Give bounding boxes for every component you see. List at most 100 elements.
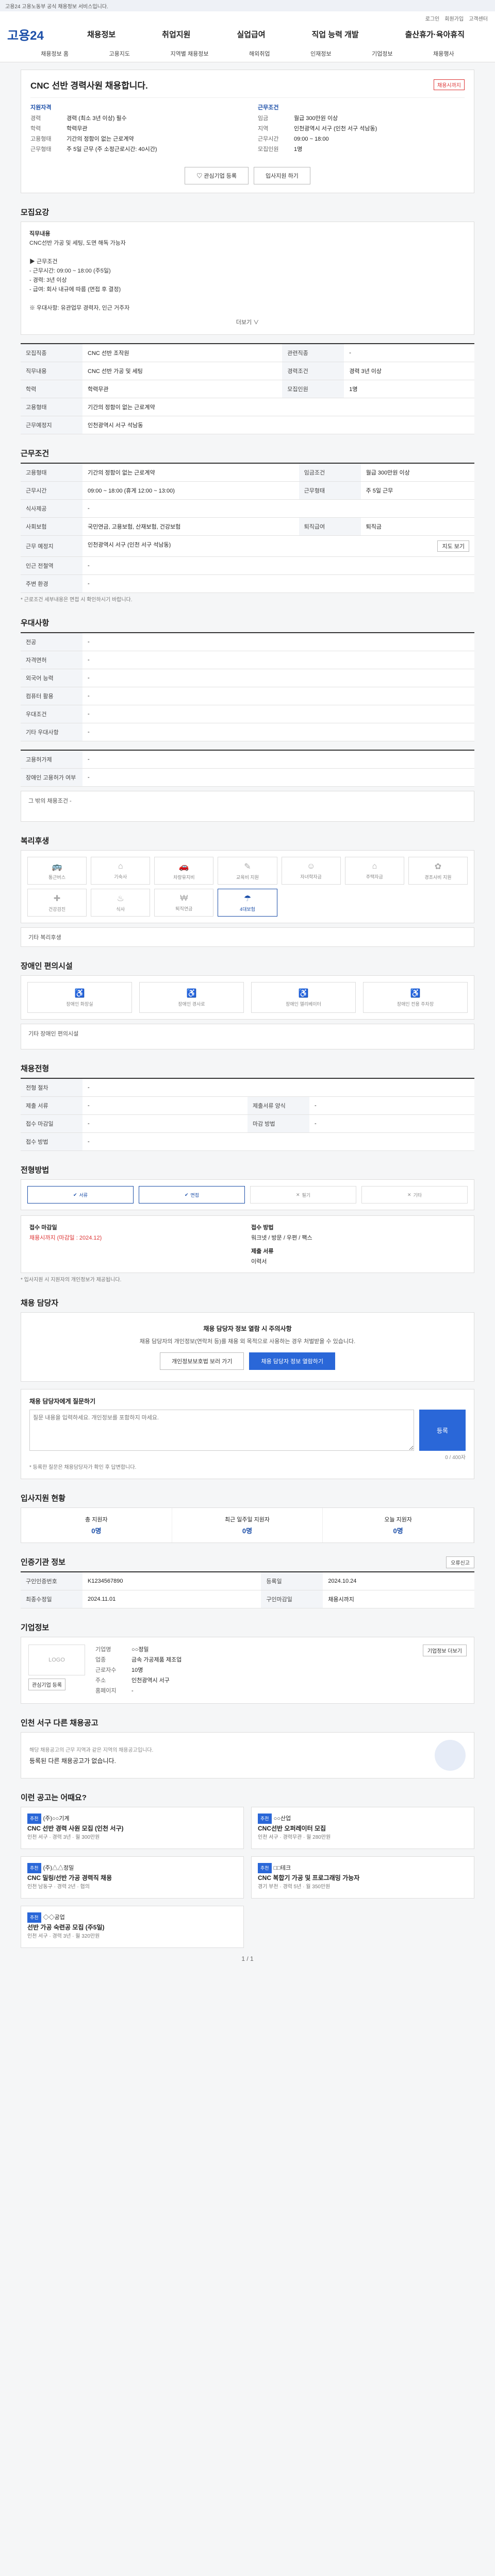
welfare-item: ₩ 퇴직연금 [154,889,214,917]
cross-icon: ✕ [407,1192,411,1197]
similar-tag: 추천 [27,1863,41,1873]
th: 접수 마감일 [21,1114,82,1133]
map-button[interactable]: 지도 보기 [437,540,469,552]
welfare-item-label: 교육비 지원 [236,874,259,880]
subnav-item[interactable]: 지역별 채용정보 [171,49,209,58]
intro-line: - 급여: 회사 내규에 따름 (면접 후 결정) [29,286,121,293]
table-row: 직무내용 CNC 선반 가공 및 세팅 경력조건 경력 3년 이상 [21,362,474,380]
job-summary-card: CNC 선반 경력사원 채용합니다. 채용시까지 지원자격 경력 경력 (최소 3… [21,70,474,193]
disabled-title: 장애인 편의시설 [21,962,73,971]
th: 전형 절차 [21,1078,82,1097]
insure-icon: ☂ [243,894,252,903]
td: - [82,633,474,651]
follow-company-button[interactable]: 관심기업 등록 [28,1679,65,1690]
signup-link[interactable]: 회원가입 [444,14,464,22]
doc-head: 제출 서류 [251,1248,274,1255]
disabled-item-label: 장애인 전용 주차장 [397,1001,434,1007]
th: 우대조건 [21,705,82,723]
disabled-item: ♿ 장애인 엘리베이터 [251,982,356,1013]
contact-title: 채용 담당자 [21,1299,59,1308]
intro-line: - 근무시간: 09:00 ~ 18:00 (주5일) [29,268,111,274]
th: 고용허가제 [21,750,82,769]
subnav-item[interactable]: 채용행사 [433,49,454,58]
kv-key: 학력 [30,126,41,132]
welfare-item-label: 통근버스 [48,874,66,880]
kv-key: 근무시간 [258,136,279,142]
similar-job-card[interactable]: 추천 □□테크 CNC 복합기 가공 및 프로그래밍 가능자 경기 부천 · 경력 5… [251,1856,474,1899]
table-row: 고용형태 기간의 정함이 없는 근로계약 임금조건 월급 300만원 이상 [21,463,474,482]
map-marker-icon [435,1740,466,1771]
login-link[interactable]: 로그인 [425,14,440,22]
report-error-button[interactable]: 오류신고 [446,1556,474,1568]
doc-value: 이력서 [251,1259,267,1265]
td: - [82,723,474,741]
similar-title-text: CNC 복합기 가공 및 프로그래밍 가능자 [258,1874,360,1882]
status-item: 총 지원자 0명 [21,1508,172,1543]
th: 경력조건 [282,362,344,380]
help-link[interactable]: 고객센터 [469,14,488,22]
conditions-note: * 근로조건 세부내용은 면접 시 확인하시기 바랍니다. [21,597,133,603]
subnav-item[interactable]: 해외취업 [249,49,270,58]
gift-icon: ✿ [434,862,442,871]
similar-job-card[interactable]: 추천 (주)△△정밀 CNC 밀링/선반 가공 경력직 채용 인천 남동구 · 경력 … [21,1856,244,1899]
td: 1명 [344,380,474,398]
td: 국민연금, 고용보험, 산재보험, 건강보험 [82,517,299,536]
similar-job-card[interactable]: 추천 ○○산업 CNC선반 오퍼레이터 모집 인천 서구 · 경력무관 · 월 280… [251,1807,474,1849]
pager[interactable]: 1 / 1 [21,1955,474,1962]
subnav-item[interactable]: 기업정보 [372,49,392,58]
gnb-jobs[interactable]: 채용정보 [87,29,116,40]
welfare-item: ☺ 자녀학자금 [281,857,341,885]
th: 주변 환경 [21,574,82,593]
method-title: 전형방법 [21,1166,50,1175]
nearby-text: 해당 채용공고의 근무 지역과 같은 지역의 채용공고입니다. [29,1748,154,1753]
similar-meta: 인천 서구 · 경력무관 · 월 280만원 [258,1835,331,1840]
table-row: 기타 우대사항 - [21,723,474,741]
similar-title-text: 선반 가공 숙련공 모집 (주5일) [27,1924,105,1931]
similar-job-card[interactable]: 추천 (주)○○기계 CNC 선반 경력 사원 모집 (인천 서구) 인천 서구 · … [21,1807,244,1849]
th: 기타 우대사항 [21,723,82,741]
th: 장애인 고용허가 여부 [21,768,82,787]
method-item: ✕ 필기 [250,1186,356,1204]
kv-value: 인천광역시 서구 [131,1677,170,1684]
td: 경력 3년 이상 [344,362,474,380]
welfare-item-label: 경조사비 지원 [424,874,452,880]
view-contact-button[interactable]: 채용 담당자 정보 열람하기 [249,1352,335,1370]
gnb-leave[interactable]: 출산휴가·육아휴직 [405,29,465,40]
subnav-item[interactable]: 고용지도 [109,49,130,58]
subnav-item[interactable]: 인재정보 [310,49,331,58]
privacy-law-button[interactable]: 개인정보보호법 보러 가기 [160,1352,244,1370]
th: 컴퓨터 활용 [21,687,82,705]
inquiry-submit-button[interactable]: 등록 [419,1410,466,1451]
similar-company: (주)○○기계 [43,1816,70,1822]
kv-key: 업종 [95,1657,106,1663]
kv-value: 09:00 ~ 18:00 [294,136,329,142]
company-logo: LOGO [28,1645,85,1675]
table-row: 접수 방법 - [21,1132,474,1151]
qualification-head: 지원자격 [30,105,52,111]
like-company-button[interactable]: ♡ 관심기업 등록 [185,167,249,184]
kv-key: 근로자수 [95,1667,117,1673]
apply-button[interactable]: 입사지원 하기 [254,167,310,184]
status-key: 최근 일주일 지원자 [224,1517,270,1523]
td: 학력무관 [82,380,283,398]
company-more-button[interactable]: 기업정보 더보기 [422,1645,467,1656]
th: 접수 방법 [21,1132,82,1151]
gnb-training[interactable]: 직업 능력 개발 [312,29,359,40]
gnb-benefit[interactable]: 실업급여 [237,29,265,40]
inquiry-title: 채용 담당자에게 질문하기 [29,1398,96,1405]
top-strip: 고용24 고용노동부 공식 채용정보 서비스입니다. [0,0,495,11]
th: 구인인증번호 [21,1572,82,1590]
gnb-support[interactable]: 취업지원 [162,29,190,40]
kv-key: 기업명 [95,1647,111,1653]
similar-job-card[interactable]: 추천 ◇◇공업 선반 가공 숙련공 모집 (주5일) 인천 서구 · 경력 3년 · … [21,1906,244,1948]
cross-icon: ✕ [295,1192,300,1197]
site-logo[interactable]: 고용24 [7,25,64,43]
kv-value: 학력무관 [67,126,88,132]
td: CNC 선반 조작원 [82,344,283,362]
inquiry-textarea[interactable] [29,1410,414,1451]
similar-tag: 추천 [258,1863,272,1873]
intro-more-button[interactable]: 더보기 ∨ [29,318,466,327]
method-label: 면접 [190,1192,200,1198]
table-row: 구인인증번호 K1234567890 등록일 2024.10.24 [21,1572,474,1590]
subnav-item[interactable]: 채용정보 홈 [41,49,69,58]
